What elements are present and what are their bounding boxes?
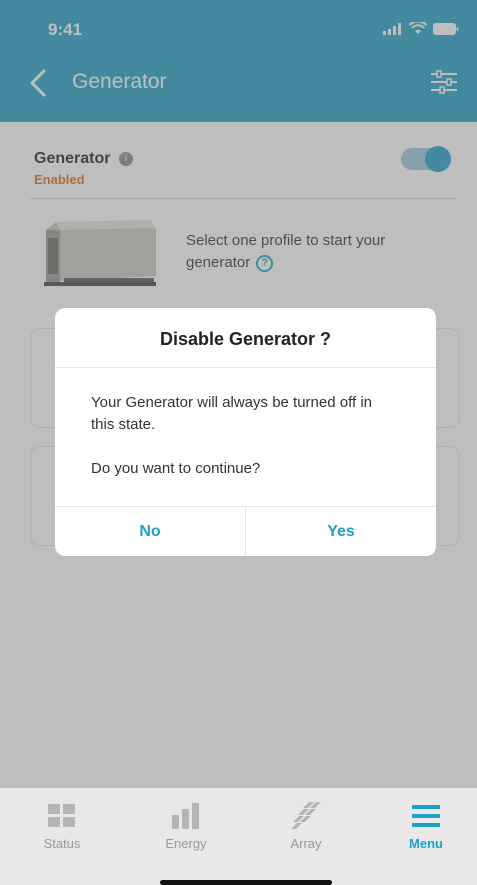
tab-label: Menu: [409, 836, 443, 851]
header-dim-overlay: [0, 0, 477, 122]
tab-energy[interactable]: Energy: [146, 798, 226, 851]
dialog-body: Your Generator will always be turned off…: [91, 392, 391, 480]
tab-label: Status: [43, 836, 81, 851]
menu-icon: [412, 805, 440, 827]
tab-menu[interactable]: Menu: [386, 798, 466, 851]
grid-icon: [48, 804, 75, 827]
dialog-actions: No Yes: [55, 506, 436, 556]
no-button[interactable]: No: [55, 507, 245, 556]
yes-button[interactable]: Yes: [245, 507, 436, 556]
disable-generator-dialog: Disable Generator ? Your Generator will …: [55, 308, 436, 556]
tab-label: Energy: [165, 836, 207, 851]
array-icon: [291, 802, 321, 829]
tab-array[interactable]: Array: [266, 798, 346, 851]
tab-bar: Status Energy Array Menu: [0, 788, 477, 885]
home-indicator: [160, 880, 332, 885]
bar-chart-icon: [172, 803, 199, 829]
dialog-message: Your Generator will always be turned off…: [91, 394, 372, 433]
tab-label: Array: [290, 836, 322, 851]
tab-status[interactable]: Status: [22, 798, 102, 851]
dialog-title: Disable Generator ?: [55, 308, 436, 368]
dialog-question: Do you want to continue?: [91, 460, 261, 477]
